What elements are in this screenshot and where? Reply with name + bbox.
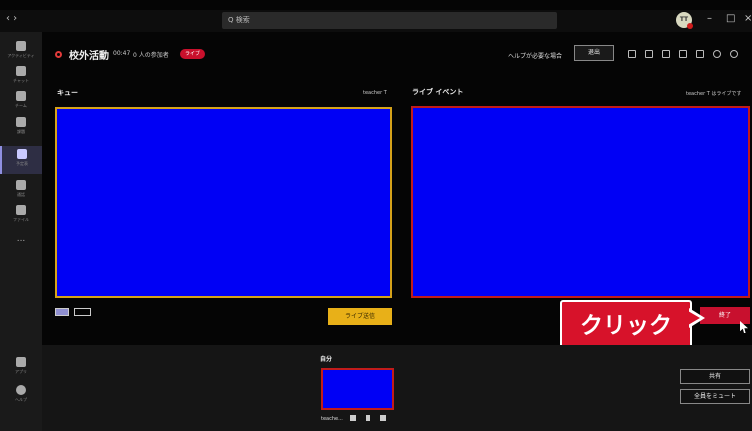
rail-label: アプリ: [15, 369, 27, 374]
people-icon[interactable]: [696, 50, 704, 58]
meeting-title: 校外活動: [69, 51, 109, 62]
rail-item-calls[interactable]: 通話: [0, 177, 42, 205]
participant-strip: [42, 345, 752, 431]
apps-icon: [16, 357, 26, 367]
live-video[interactable]: [411, 106, 750, 298]
title-bar: ‹ › Q 検索 TT – □ ×: [0, 10, 752, 32]
rail-label: ファイル: [13, 217, 29, 222]
rail-label: アクティビティ: [7, 53, 35, 58]
live-badge: ライブ: [180, 49, 206, 59]
leave-button[interactable]: 退出: [574, 45, 614, 61]
help-icon: [16, 385, 26, 395]
rail-item-files[interactable]: ファイル: [0, 202, 42, 230]
mute-all-button[interactable]: 全員をミュート: [680, 389, 750, 404]
live-label: ライブ イベント: [412, 88, 464, 96]
layout-split-icon[interactable]: [74, 308, 91, 316]
end-button[interactable]: 終了: [700, 307, 750, 324]
app-rail: アクティビティ チャット チーム 課題 予定表 通話 ファイル ... アプリ …: [0, 32, 42, 431]
chat-icon[interactable]: [645, 50, 653, 58]
live-status: teacher T はライブです: [686, 91, 742, 97]
rail-item-more[interactable]: ...: [0, 232, 42, 260]
callout-tail-inner: [688, 311, 700, 325]
status-dot-icon: [687, 23, 693, 29]
help-link[interactable]: ヘルプが必要な場合: [508, 51, 562, 60]
rail-label: チャット: [13, 78, 29, 83]
rail-label: 予定表: [16, 161, 28, 166]
rail-label: ヘルプ: [15, 397, 27, 402]
teams-icon: [16, 91, 26, 101]
rail-item-help[interactable]: ヘルプ: [0, 382, 42, 410]
rail-item-assignments[interactable]: 課題: [0, 114, 42, 142]
meeting-timer: 00:47: [113, 50, 131, 57]
mic-icon[interactable]: [366, 415, 370, 421]
rail-item-chat[interactable]: チャット: [0, 63, 42, 91]
rail-item-activity[interactable]: アクティビティ: [0, 38, 42, 66]
queue-label: キュー: [57, 89, 78, 97]
record-icon: [55, 51, 62, 58]
rail-item-apps[interactable]: アプリ: [0, 354, 42, 382]
chat-icon: [16, 66, 26, 76]
nav-arrows[interactable]: ‹ ›: [6, 13, 17, 24]
phone-icon: [16, 180, 26, 190]
rail-label: 通話: [17, 192, 25, 197]
more-icon: ...: [16, 234, 26, 244]
share-button[interactable]: 共有: [680, 369, 750, 384]
calendar-icon: [17, 149, 27, 159]
file-icon: [16, 205, 26, 215]
gear-icon[interactable]: [713, 50, 721, 58]
send-live-button[interactable]: ライブ送信: [328, 308, 392, 325]
rail-item-teams[interactable]: チーム: [0, 88, 42, 116]
search-input[interactable]: Q 検索: [222, 12, 557, 29]
rail-label: チーム: [15, 103, 27, 108]
self-video[interactable]: [321, 368, 394, 410]
camera-icon[interactable]: [350, 415, 356, 421]
queue-presenter: teacher T: [363, 90, 387, 96]
bell-icon: [16, 41, 26, 51]
share-screen-icon[interactable]: [380, 415, 386, 421]
self-label: 自分: [320, 356, 333, 363]
rail-item-calendar[interactable]: 予定表: [0, 146, 42, 174]
notes-icon[interactable]: [662, 50, 670, 58]
maximize-button[interactable]: □: [726, 13, 735, 24]
pulse-icon[interactable]: [628, 50, 636, 58]
rail-label: 課題: [17, 129, 25, 134]
assignments-icon: [16, 117, 26, 127]
attendee-count: 0 人の参加者: [133, 52, 169, 59]
minimize-button[interactable]: –: [707, 13, 712, 24]
close-button[interactable]: ×: [744, 13, 752, 24]
self-name: teache...: [321, 416, 343, 422]
layout-single-icon[interactable]: [55, 308, 69, 316]
info-icon[interactable]: [730, 50, 738, 58]
qna-icon[interactable]: [679, 50, 687, 58]
queue-video[interactable]: [55, 107, 392, 298]
teams-live-event-window: ‹ › Q 検索 TT – □ × アクティビティ チャット チーム 課題 予定…: [0, 0, 752, 431]
